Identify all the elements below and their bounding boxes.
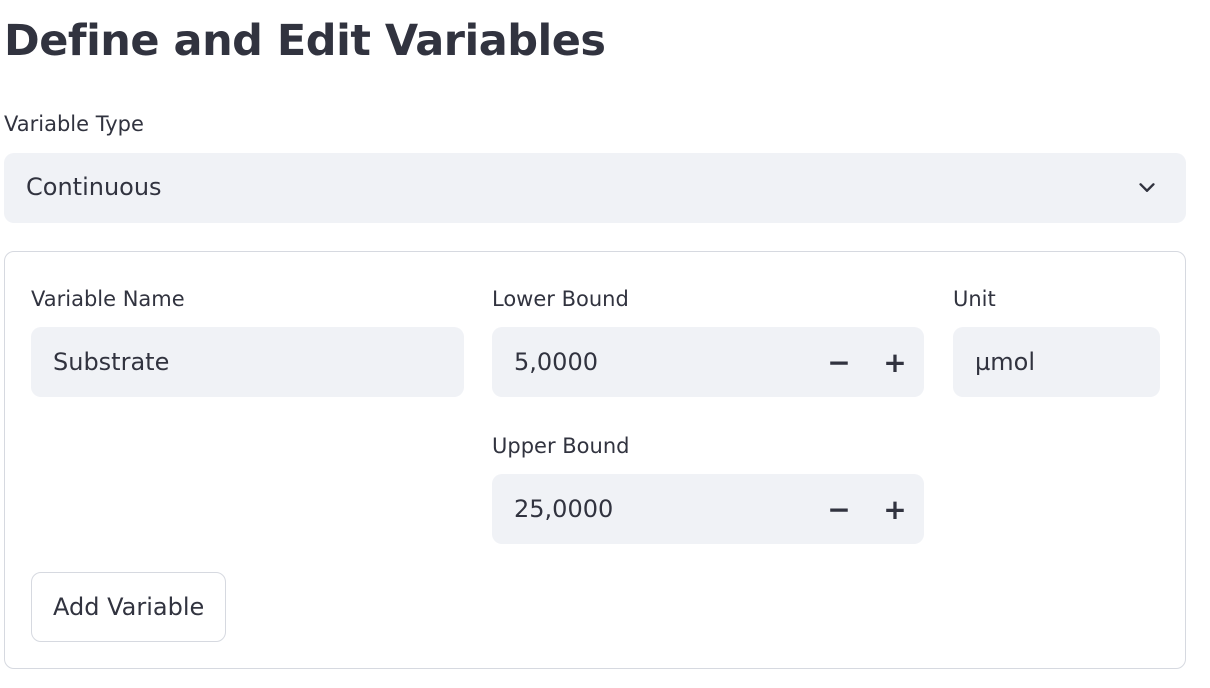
variable-type-select[interactable]: Continuous [4, 153, 1186, 223]
upper-bound-decrement-button[interactable]: − [816, 486, 862, 532]
variable-name-input[interactable] [31, 327, 464, 397]
variable-name-label: Variable Name [31, 287, 185, 311]
add-variable-button[interactable]: Add Variable [31, 572, 227, 642]
unit-input[interactable] [953, 327, 1160, 397]
upper-bound-input[interactable] [492, 474, 792, 544]
lower-bound-increment-button[interactable]: + [872, 339, 918, 385]
variable-type-value: Continuous [26, 173, 162, 201]
unit-field-container [953, 327, 1160, 397]
variable-form-card: Variable Name Lower Bound − + Unit Upper… [4, 251, 1186, 669]
upper-bound-stepper: − + [492, 474, 924, 544]
upper-bound-increment-button[interactable]: + [872, 486, 918, 532]
unit-label: Unit [953, 287, 996, 311]
page-title: Define and Edit Variables [4, 16, 606, 66]
lower-bound-stepper: − + [492, 327, 924, 397]
variable-type-label: Variable Type [4, 112, 144, 136]
chevron-down-icon [1139, 183, 1155, 192]
variable-name-field-container [31, 327, 464, 397]
upper-bound-label: Upper Bound [492, 434, 630, 458]
lower-bound-decrement-button[interactable]: − [816, 339, 862, 385]
lower-bound-input[interactable] [492, 327, 792, 397]
lower-bound-label: Lower Bound [492, 287, 629, 311]
